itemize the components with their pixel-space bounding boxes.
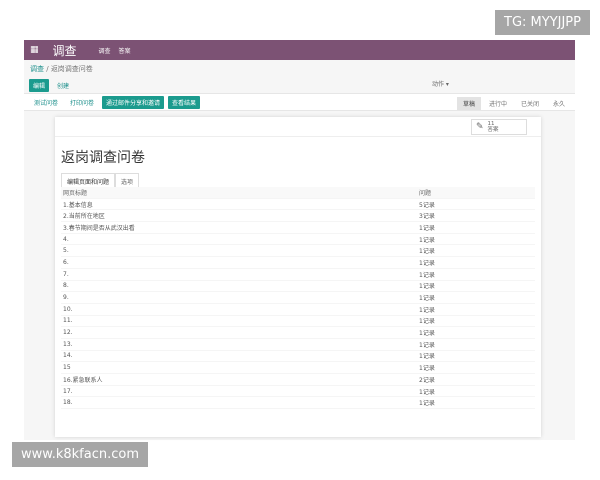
row-title: 15 xyxy=(63,364,71,372)
edit-icon: ✎ xyxy=(476,122,484,132)
row-count: 1记录 xyxy=(419,248,435,256)
row-count: 3记录 xyxy=(419,213,435,221)
header-page-title[interactable]: 网页标题 xyxy=(61,188,419,197)
row-title: 14. xyxy=(63,352,73,360)
row-count: 5记录 xyxy=(419,201,435,209)
row-count: 1记录 xyxy=(419,353,435,361)
table-row[interactable]: 1.基本信息 5记录 xyxy=(61,199,535,211)
view-results-button[interactable]: 查看结果 xyxy=(168,95,201,109)
pages-table: 网页标题 问题 1.基本信息 5记录 2.当前所在地区 3记录 3.春节期间是否从武汉出… xyxy=(61,187,535,410)
row-count: 1记录 xyxy=(419,271,435,279)
share-email-button[interactable]: 通过邮件分享和邀请 xyxy=(102,95,165,109)
row-count: 1记录 xyxy=(419,259,435,267)
table-row[interactable]: 4. 1记录 xyxy=(61,234,535,246)
row-count: 1记录 xyxy=(419,224,435,232)
menu-survey[interactable]: 调查 xyxy=(99,46,111,55)
row-title: 10. xyxy=(63,305,73,313)
row-title: 16.紧急联系人 xyxy=(63,376,103,384)
table-row[interactable]: 12. 1记录 xyxy=(61,327,535,339)
table-header: 网页标题 问题 xyxy=(61,187,535,199)
table-row[interactable]: 2.当前所在地区 3记录 xyxy=(61,210,535,223)
breadcrumb-current: 返岗调查问卷 xyxy=(50,65,93,73)
row-title: 1.基本信息 xyxy=(63,201,93,209)
menu-answers[interactable]: 答案 xyxy=(119,46,131,55)
app-bar: ▦ 调查 调查 答案 xyxy=(24,40,575,60)
status-bar: 草稿 进行中 已关闭 永久 xyxy=(456,97,571,110)
app-brand[interactable]: 调查 xyxy=(53,42,77,59)
table-row[interactable]: 3.春节期间是否从武汉出看 1记录 xyxy=(61,222,535,234)
apps-grid-icon[interactable]: ▦ xyxy=(30,45,39,55)
watermark-top: TG: MYYJJPP xyxy=(495,10,590,35)
test-survey-button[interactable]: 测试问卷 xyxy=(30,96,62,109)
row-title: 13. xyxy=(63,340,73,348)
actions-dropdown[interactable]: 动作 ▾ xyxy=(432,79,449,88)
table-row[interactable]: 13. 1记录 xyxy=(61,339,535,351)
table-row[interactable]: 8. 1记录 xyxy=(61,281,535,293)
table-row[interactable]: 10. 1记录 xyxy=(61,304,535,316)
header-questions[interactable]: 问题 xyxy=(419,188,431,197)
table-row[interactable]: 11. 1记录 xyxy=(61,316,535,328)
row-count: 1记录 xyxy=(419,400,435,408)
row-count: 1记录 xyxy=(419,283,435,291)
row-count: 2记录 xyxy=(419,376,435,384)
breadcrumb: 调查 / 返岗调查问卷 xyxy=(30,65,93,73)
breadcrumb-parent[interactable]: 调查 xyxy=(30,65,44,73)
status-in-progress[interactable]: 进行中 xyxy=(483,97,513,110)
answers-label: 答案 xyxy=(487,127,499,133)
status-closed[interactable]: 已关闭 xyxy=(515,97,545,110)
row-count: 1记录 xyxy=(419,330,435,338)
row-title: 12. xyxy=(63,329,73,337)
row-title: 3.春节期间是否从武汉出看 xyxy=(63,224,135,232)
table-row[interactable]: 7. 1记录 xyxy=(61,269,535,281)
row-count: 1记录 xyxy=(419,318,435,326)
answers-stat-button[interactable]: ✎ 11 答案 xyxy=(471,119,527,135)
row-title: 7. xyxy=(63,270,69,278)
table-row[interactable]: 5. 1记录 xyxy=(61,245,535,258)
row-count: 1记录 xyxy=(419,365,435,373)
row-count: 1记录 xyxy=(419,236,435,244)
page-title: 返岗调查问卷 xyxy=(61,150,145,166)
row-title: 11. xyxy=(63,317,73,325)
print-survey-button[interactable]: 打印问卷 xyxy=(66,96,98,109)
watermark-bottom: www.k8kfacn.com xyxy=(12,442,148,467)
row-count: 1记录 xyxy=(419,388,435,396)
status-draft[interactable]: 草稿 xyxy=(456,97,481,110)
row-count: 1记录 xyxy=(419,306,435,314)
control-bar: 测试问卷 打印问卷 通过邮件分享和邀请 查看结果 草稿 进行中 已关闭 永久 xyxy=(24,93,575,111)
row-title: 18. xyxy=(63,399,73,407)
table-row[interactable]: 17. 1记录 xyxy=(61,386,535,398)
row-count: 1记录 xyxy=(419,295,435,303)
row-title: 8. xyxy=(63,282,69,290)
table-row[interactable]: 15 1记录 xyxy=(61,362,535,374)
edit-button[interactable]: 编辑 xyxy=(29,79,50,92)
form-sheet: ✎ 11 答案 返岗调查问卷 编辑页面和问题 选项 网页标题 问题 1.基本信息 5… xyxy=(55,117,541,437)
row-title: 2.当前所在地区 xyxy=(63,213,105,221)
row-title: 4. xyxy=(63,235,69,243)
status-permanent[interactable]: 永久 xyxy=(547,97,571,110)
create-button[interactable]: 创建 xyxy=(53,79,73,92)
table-row[interactable]: 14. 1记录 xyxy=(61,351,535,363)
table-row[interactable]: 6. 1记录 xyxy=(61,257,535,269)
row-count: 1记录 xyxy=(419,341,435,349)
row-title: 5. xyxy=(63,247,69,255)
row-title: 17. xyxy=(63,387,73,395)
table-row[interactable]: 18. 1记录 xyxy=(61,397,535,410)
table-row[interactable]: 9. 1记录 xyxy=(61,292,535,304)
row-title: 6. xyxy=(63,258,69,266)
row-title: 9. xyxy=(63,294,69,302)
table-row[interactable]: 16.紧急联系人 2记录 xyxy=(61,374,535,386)
